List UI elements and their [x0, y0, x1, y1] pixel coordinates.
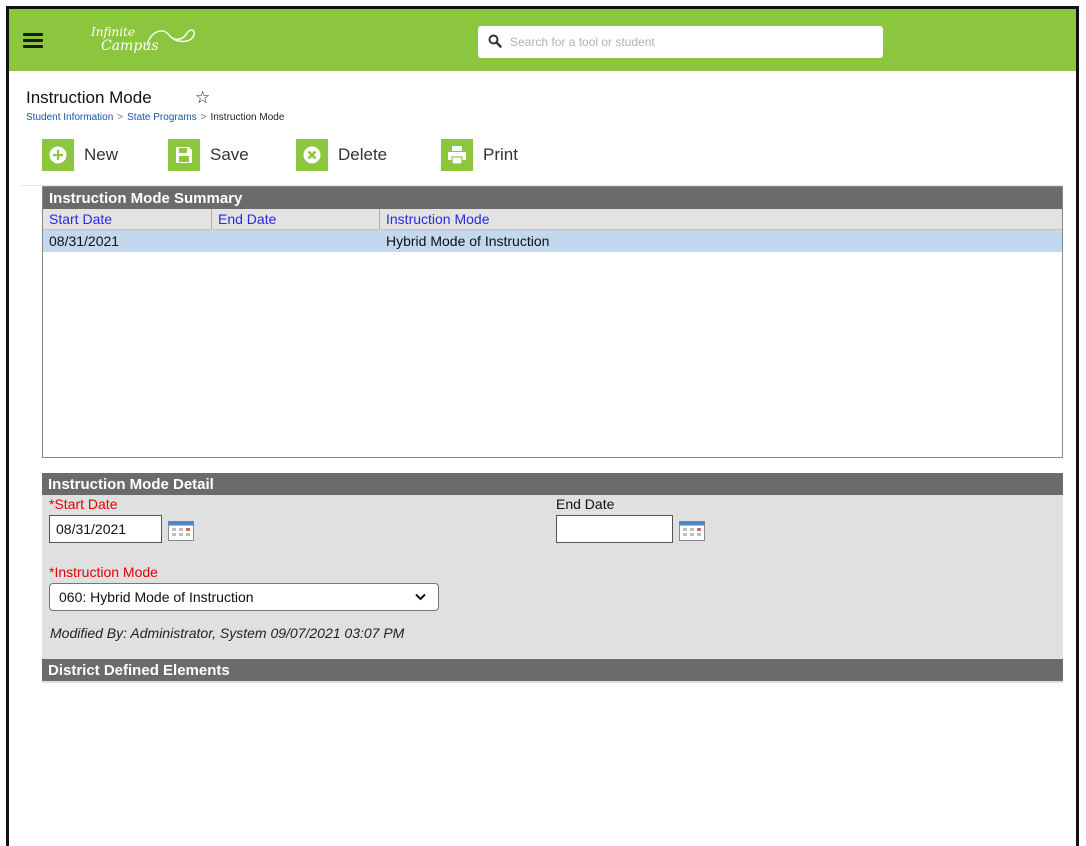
logo-text-line1: Infinite: [91, 25, 135, 39]
breadcrumb-current: Instruction Mode: [210, 112, 285, 123]
instruction-mode-select[interactable]: 060: Hybrid Mode of Instruction: [49, 583, 439, 611]
start-date-label: *Start Date: [49, 496, 118, 512]
search-input[interactable]: [508, 30, 872, 54]
end-date-field[interactable]: [556, 515, 673, 543]
end-date-calendar-icon[interactable]: [679, 521, 705, 541]
column-end-date[interactable]: End Date: [212, 209, 379, 229]
print-button[interactable]: Print: [441, 139, 541, 171]
detail-panel-title: Instruction Mode Detail: [42, 473, 1063, 495]
column-start-date[interactable]: Start Date: [43, 209, 211, 229]
instruction-mode-label: *Instruction Mode: [49, 564, 158, 580]
page-title: Instruction Mode: [26, 88, 152, 107]
breadcrumb: Student Information > State Programs > Instr…: [26, 112, 284, 123]
delete-x-icon: [296, 139, 328, 171]
app-window: Infinite Campus Instruction Mode ☆ Stude…: [6, 6, 1079, 846]
infinite-campus-logo[interactable]: Infinite Campus: [91, 23, 203, 57]
top-bar: Infinite Campus: [9, 9, 1076, 71]
printer-icon: [441, 139, 473, 171]
summary-panel: Instruction Mode Summary Start Date End …: [42, 186, 1063, 458]
start-date-calendar-icon[interactable]: [168, 521, 194, 541]
detail-panel: Instruction Mode Detail *Start Date End …: [42, 473, 1063, 683]
breadcrumb-student-information[interactable]: Student Information: [26, 112, 113, 123]
new-label: New: [84, 145, 119, 164]
cell-instruction-mode: Hybrid Mode of Instruction: [386, 233, 550, 249]
delete-label: Delete: [338, 145, 388, 164]
instruction-mode-selected-value: 060: Hybrid Mode of Instruction: [59, 589, 254, 605]
plus-icon: [42, 139, 74, 171]
start-date-field[interactable]: [49, 515, 162, 543]
modified-by-text: Modified By: Administrator, System 09/07…: [50, 625, 405, 641]
breadcrumb-state-programs[interactable]: State Programs: [127, 112, 196, 123]
table-row[interactable]: 08/31/2021 Hybrid Mode of Instruction: [43, 230, 1062, 252]
save-button[interactable]: Save: [168, 139, 268, 171]
menu-icon[interactable]: [23, 33, 43, 49]
new-button[interactable]: New: [42, 139, 142, 171]
summary-table-header: Start Date End Date Instruction Mode: [43, 209, 1062, 230]
save-label: Save: [210, 145, 249, 164]
print-label: Print: [483, 145, 518, 164]
column-instruction-mode[interactable]: Instruction Mode: [380, 209, 780, 229]
chevron-down-icon: [415, 593, 426, 601]
floppy-disk-icon: [168, 139, 200, 171]
global-search[interactable]: [478, 26, 883, 58]
delete-button[interactable]: Delete: [296, 139, 416, 171]
breadcrumb-separator: >: [117, 112, 124, 123]
search-icon: [488, 34, 502, 48]
breadcrumb-separator: >: [200, 112, 207, 123]
end-date-label: End Date: [556, 496, 615, 512]
logo-swoosh-icon: [146, 29, 196, 46]
cell-start-date: 08/31/2021: [49, 233, 120, 249]
district-defined-elements-header[interactable]: District Defined Elements: [42, 659, 1063, 681]
favorite-star-icon[interactable]: ☆: [195, 88, 210, 108]
summary-panel-title: Instruction Mode Summary: [43, 187, 1062, 209]
